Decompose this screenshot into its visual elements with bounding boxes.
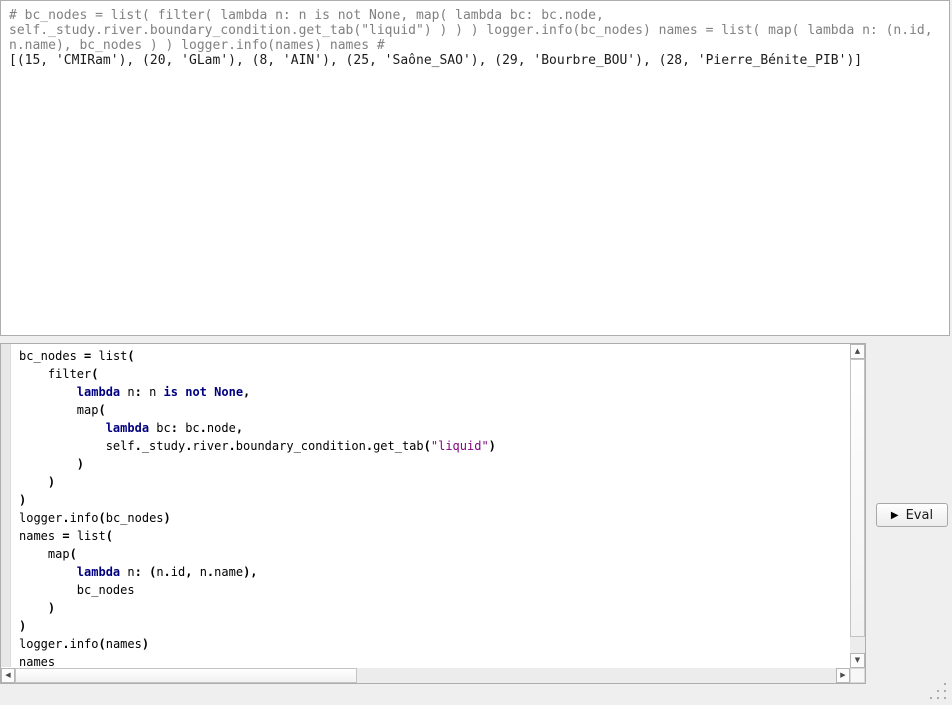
history-log[interactable]: # bc_nodes = list( filter( lambda n: n i… xyxy=(0,0,950,336)
code-line: filter( xyxy=(19,365,849,383)
horizontal-scrollbar-thumb[interactable] xyxy=(15,668,357,683)
code-line: ) xyxy=(19,599,849,617)
scroll-up-icon: ▲ xyxy=(855,348,860,355)
history-line: n.name), bc_nodes ) ) logger.info(names)… xyxy=(9,38,941,53)
code-line: lambda n: (n.id, n.name), xyxy=(19,563,849,581)
scroll-up-button[interactable]: ▲ xyxy=(850,344,865,359)
code-line: ) xyxy=(19,491,849,509)
scroll-left-button[interactable]: ◀ xyxy=(1,668,15,683)
eval-button-label: Eval xyxy=(906,508,934,523)
history-line: self._study.river.boundary_condition.get… xyxy=(9,23,941,38)
vertical-scrollbar-thumb[interactable] xyxy=(850,359,865,637)
code-line: self._study.river.boundary_condition.get… xyxy=(19,437,849,455)
code-line: logger.info(bc_nodes) xyxy=(19,509,849,527)
scroll-right-button[interactable]: ▶ xyxy=(836,668,850,683)
code-editor-pane: bc_nodes = list( filter( lambda n: n is … xyxy=(0,343,866,684)
code-line: names = list( xyxy=(19,527,849,545)
code-line: ) xyxy=(19,473,849,491)
scrollbar-corner xyxy=(850,668,865,683)
code-line: names xyxy=(19,653,849,667)
code-line: ) xyxy=(19,455,849,473)
scroll-down-icon: ▼ xyxy=(855,657,860,664)
code-editor[interactable]: bc_nodes = list( filter( lambda n: n is … xyxy=(11,344,849,667)
resize-grip[interactable] xyxy=(930,683,932,685)
code-line: bc_nodes = list( xyxy=(19,347,849,365)
history-line: [(15, 'CMIRam'), (20, 'GLam'), (8, 'AIN'… xyxy=(9,53,941,68)
code-line: logger.info(names) xyxy=(19,635,849,653)
scroll-right-icon: ▶ xyxy=(840,672,845,679)
code-line: bc_nodes xyxy=(19,581,849,599)
history-line: # bc_nodes = list( filter( lambda n: n i… xyxy=(9,8,941,23)
code-line: map( xyxy=(19,545,849,563)
python-console-window: # bc_nodes = list( filter( lambda n: n i… xyxy=(0,0,952,705)
code-line: lambda bc: bc.node, xyxy=(19,419,849,437)
scroll-left-icon: ◀ xyxy=(5,672,10,679)
code-line: map( xyxy=(19,401,849,419)
eval-button[interactable]: ▶ Eval xyxy=(876,503,948,527)
history-lines: # bc_nodes = list( filter( lambda n: n i… xyxy=(9,8,941,68)
play-icon: ▶ xyxy=(891,510,899,521)
code-line: ) xyxy=(19,617,849,635)
editor-margin xyxy=(1,344,11,667)
scroll-down-button[interactable]: ▼ xyxy=(850,653,865,668)
code-line: lambda n: n is not None, xyxy=(19,383,849,401)
code-lines: bc_nodes = list( filter( lambda n: n is … xyxy=(19,347,849,667)
